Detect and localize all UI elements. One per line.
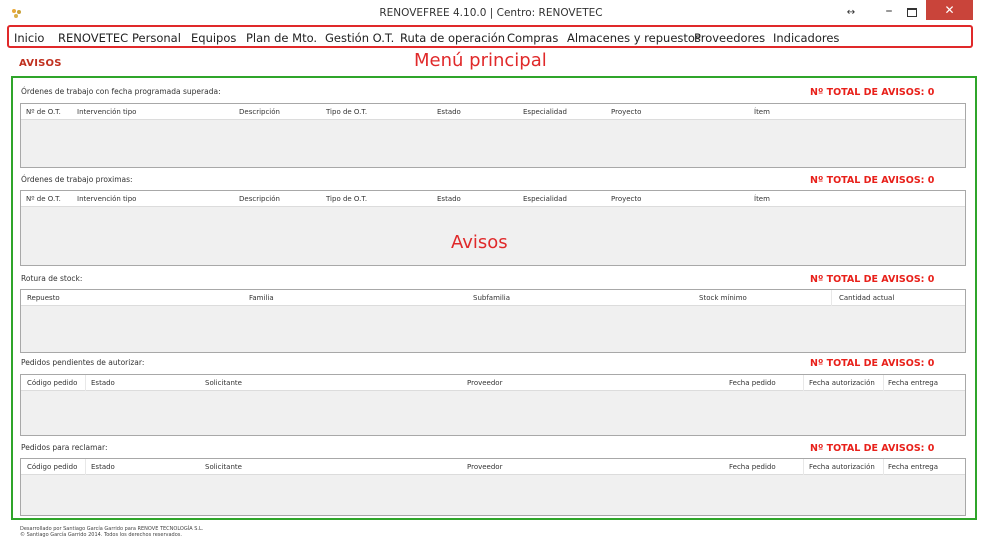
grid-ot-upcoming[interactable]: Nº de O.T. Intervención tipo Descripción…: [20, 190, 966, 266]
grid-header: Código pedido Estado Solicitante Proveed…: [21, 375, 965, 391]
col-header[interactable]: Fecha pedido: [729, 379, 776, 387]
col-header[interactable]: Especialidad: [523, 195, 567, 203]
col-header[interactable]: Proveedor: [467, 379, 502, 387]
col-header[interactable]: Código pedido: [27, 379, 77, 387]
col-header[interactable]: Intervención tipo: [77, 195, 136, 203]
col-header[interactable]: Repuesto: [27, 294, 60, 302]
col-header[interactable]: Stock mínimo: [699, 294, 747, 302]
section-total-stock-break: Nº TOTAL DE AVISOS: 0: [810, 274, 934, 285]
column-divider: [883, 459, 884, 475]
col-header[interactable]: Cantidad actual: [839, 294, 894, 302]
col-header[interactable]: Fecha entrega: [888, 379, 938, 387]
section-label-orders-pending: Pedidos pendientes de autorizar:: [21, 358, 145, 367]
total-label: Nº TOTAL DE AVISOS:: [810, 87, 925, 98]
maximize-button[interactable]: [902, 4, 922, 23]
col-header[interactable]: Descripción: [239, 195, 280, 203]
col-header[interactable]: Familia: [249, 294, 274, 302]
section-total-ot-overdue: Nº TOTAL DE AVISOS: 0: [810, 87, 934, 98]
grid-header: Nº de O.T. Intervención tipo Descripción…: [21, 191, 965, 207]
col-header[interactable]: Proyecto: [611, 195, 641, 203]
col-header[interactable]: Estado: [437, 108, 461, 116]
section-label-ot-upcoming: Órdenes de trabajo proximas:: [21, 175, 133, 184]
col-header[interactable]: Proyecto: [611, 108, 641, 116]
title-bar: RENOVEFREE 4.10.0 | Centro: RENOVETEC ↔ …: [0, 0, 982, 27]
total-label: Nº TOTAL DE AVISOS:: [810, 175, 925, 186]
section-total-ot-upcoming: Nº TOTAL DE AVISOS: 0: [810, 175, 934, 186]
section-label-stock-break: Rotura de stock:: [21, 274, 83, 283]
total-value: 0: [927, 175, 935, 186]
col-header[interactable]: Tipo de O.T.: [326, 108, 367, 116]
col-header[interactable]: Descripción: [239, 108, 280, 116]
col-header[interactable]: Intervención tipo: [77, 108, 136, 116]
col-header[interactable]: Tipo de O.T.: [326, 195, 367, 203]
col-header[interactable]: Solicitante: [205, 379, 242, 387]
total-value: 0: [927, 274, 935, 285]
col-header[interactable]: Nº de O.T.: [26, 108, 61, 116]
avisos-annotation: Avisos: [451, 232, 508, 253]
section-total-orders-claim: Nº TOTAL DE AVISOS: 0: [810, 443, 934, 454]
col-header[interactable]: Subfamilia: [473, 294, 510, 302]
col-header[interactable]: Estado: [91, 463, 115, 471]
resize-button[interactable]: ↔: [840, 4, 862, 23]
col-header[interactable]: Código pedido: [27, 463, 77, 471]
col-header[interactable]: Solicitante: [205, 463, 242, 471]
grid-orders-pending[interactable]: Código pedido Estado Solicitante Proveed…: [20, 374, 966, 436]
total-label: Nº TOTAL DE AVISOS:: [810, 443, 925, 454]
grid-header: Repuesto Familia Subfamilia Stock mínimo…: [21, 290, 965, 306]
col-header[interactable]: Ítem: [754, 195, 770, 203]
grid-stock-break[interactable]: Repuesto Familia Subfamilia Stock mínimo…: [20, 289, 966, 353]
footer-line: © Santiago García Garrido 2014. Todos lo…: [20, 532, 182, 538]
col-header[interactable]: Ítem: [754, 108, 770, 116]
total-label: Nº TOTAL DE AVISOS:: [810, 358, 925, 369]
main-menu-highlight-frame: [7, 25, 973, 48]
col-header[interactable]: Fecha entrega: [888, 463, 938, 471]
main-menu-annotation: Menú principal: [414, 50, 547, 71]
col-header[interactable]: Especialidad: [523, 108, 567, 116]
total-value: 0: [927, 358, 935, 369]
col-header[interactable]: Fecha autorización: [809, 463, 875, 471]
column-divider: [831, 290, 832, 306]
section-label-orders-claim: Pedidos para reclamar:: [21, 443, 108, 452]
column-divider: [803, 459, 804, 475]
total-value: 0: [927, 443, 935, 454]
col-header[interactable]: Fecha pedido: [729, 463, 776, 471]
col-header[interactable]: Nº de O.T.: [26, 195, 61, 203]
minimize-button[interactable]: –: [879, 4, 899, 23]
col-header[interactable]: Estado: [437, 195, 461, 203]
col-header[interactable]: Estado: [91, 379, 115, 387]
total-label: Nº TOTAL DE AVISOS:: [810, 274, 925, 285]
grid-ot-overdue[interactable]: Nº de O.T. Intervención tipo Descripción…: [20, 103, 966, 168]
column-divider: [85, 459, 86, 475]
footer-credits: Desarrollado por Santiago García Garrido…: [20, 526, 203, 538]
page-title: AVISOS: [19, 58, 62, 69]
close-button[interactable]: ✕: [926, 0, 973, 20]
column-divider: [883, 375, 884, 391]
section-total-orders-pending: Nº TOTAL DE AVISOS: 0: [810, 358, 934, 369]
column-divider: [803, 375, 804, 391]
column-divider: [85, 375, 86, 391]
maximize-icon: [907, 8, 917, 17]
col-header[interactable]: Proveedor: [467, 463, 502, 471]
col-header[interactable]: Fecha autorización: [809, 379, 875, 387]
total-value: 0: [927, 87, 935, 98]
grid-header: Código pedido Estado Solicitante Proveed…: [21, 459, 965, 475]
section-label-ot-overdue: Órdenes de trabajo con fecha programada …: [21, 87, 221, 96]
window-title: RENOVEFREE 4.10.0 | Centro: RENOVETEC: [379, 7, 603, 19]
grid-orders-claim[interactable]: Código pedido Estado Solicitante Proveed…: [20, 458, 966, 516]
grid-header: Nº de O.T. Intervención tipo Descripción…: [21, 104, 965, 120]
